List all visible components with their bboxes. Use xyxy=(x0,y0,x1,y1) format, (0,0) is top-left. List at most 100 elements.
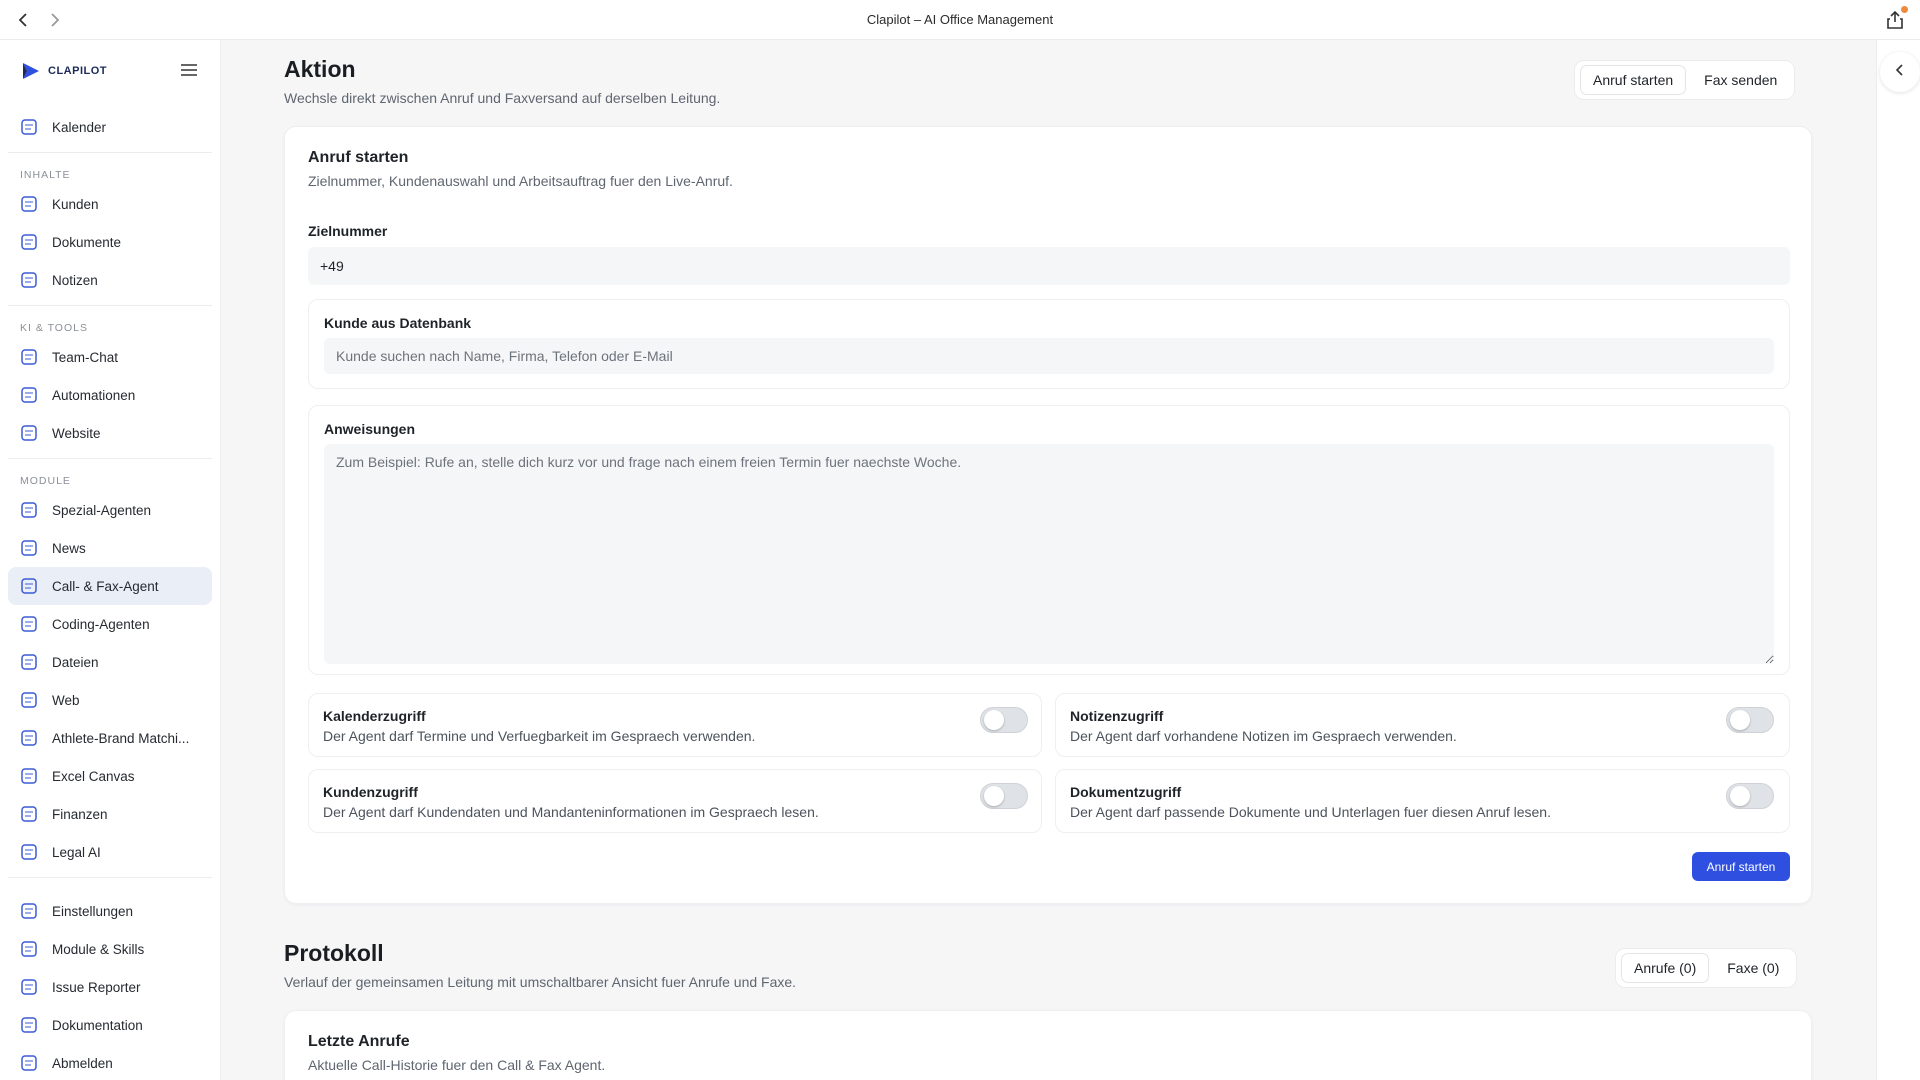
sidebar-item-label: Automationen xyxy=(52,387,136,403)
sidebar-divider xyxy=(8,152,212,153)
sidebar-item-team-chat[interactable]: Team-Chat xyxy=(8,338,212,376)
sidebar-item-notizen[interactable]: Notizen xyxy=(8,261,212,299)
match-icon xyxy=(20,729,38,747)
sidebar-item-spezial-agenten[interactable]: Spezial-Agenten xyxy=(8,491,212,529)
kalenderzugriff-switch[interactable] xyxy=(980,707,1028,733)
sidebar-nav: Kalender INHALTE Kunden Dokumente Notizen KI … xyxy=(8,94,212,1080)
instructions-textarea[interactable] xyxy=(324,444,1774,664)
sidebar-item-label: Finanzen xyxy=(52,806,108,822)
kundenzugriff-desc: Der Agent darf Kundendaten und Mandanten… xyxy=(323,804,819,820)
aktion-mode-toggle: Anruf starten Fax senden xyxy=(1574,60,1796,100)
sidebar-item-legal-ai[interactable]: Legal AI xyxy=(8,833,212,871)
sidebar-item-label: Dokumente xyxy=(52,234,122,250)
browser-icon xyxy=(20,691,38,709)
sidebar-item-label: Web xyxy=(52,692,80,708)
brand[interactable]: CLAPILOT xyxy=(20,60,107,82)
sidebar-item-label: Kalender xyxy=(52,119,107,135)
notification-dot xyxy=(1901,6,1908,13)
collapse-panel-button[interactable] xyxy=(1880,52,1920,92)
sidebar-item-label: Athlete-Brand Matchi... xyxy=(52,730,190,746)
kundenzugriff-switch[interactable] xyxy=(980,783,1028,809)
switch-knob xyxy=(984,786,1004,806)
sidebar-item-dokumentation[interactable]: Dokumentation xyxy=(8,1006,212,1044)
protokoll-title: Protokoll xyxy=(284,940,384,966)
sidebar-section-heading: INHALTE xyxy=(20,169,71,181)
sidebar-item-abmelden[interactable]: Abmelden xyxy=(8,1044,212,1080)
sidebar-item-website[interactable]: Website xyxy=(8,414,212,452)
code-icon xyxy=(20,615,38,633)
notizenzugriff-title: Notizenzugriff xyxy=(1070,708,1164,724)
call-form-subtitle: Zielnummer, Kundenauswahl und Arbeitsauf… xyxy=(308,173,733,189)
aktion-subtitle: Wechsle direkt zwischen Anruf und Faxver… xyxy=(284,90,721,106)
sidebar-divider xyxy=(8,305,212,306)
customer-search-input[interactable] xyxy=(324,338,1774,374)
toggle-card-notizenzugriff: Notizenzugriff Der Agent darf vorhandene… xyxy=(1055,693,1790,757)
dokumentzugriff-switch[interactable] xyxy=(1726,783,1774,809)
target-number-input[interactable] xyxy=(308,247,1790,285)
news-icon xyxy=(20,539,38,557)
chevron-left-icon xyxy=(1895,63,1905,81)
toggle-card-dokumentzugriff: Dokumentzugriff Der Agent darf passende … xyxy=(1055,769,1790,833)
sidebar-item-dokumente[interactable]: Dokumente xyxy=(8,223,212,261)
sidebar-item-news[interactable]: News xyxy=(8,529,212,567)
call-form-card: Anruf starten Zielnummer, Kundenauswahl … xyxy=(284,126,1812,904)
menu-icon[interactable] xyxy=(180,62,198,78)
window-title: Clapilot – AI Office Management xyxy=(866,12,1054,27)
customer-select-panel: Kunde aus Datenbank xyxy=(308,299,1790,389)
sidebar-item-label: Module & Skills xyxy=(52,941,145,957)
sidebar-item-label: Kunden xyxy=(52,196,99,212)
aktion-title: Aktion xyxy=(284,56,356,82)
modules-icon xyxy=(20,940,38,958)
instructions-panel: Anweisungen xyxy=(308,405,1790,675)
sidebar-item-module-skills[interactable]: Module & Skills xyxy=(8,930,212,968)
sidebar-item-einstellungen[interactable]: Einstellungen xyxy=(8,892,212,930)
sidebar-item-web[interactable]: Web xyxy=(8,681,212,719)
kalenderzugriff-desc: Der Agent darf Termine und Verfuegbarkei… xyxy=(323,728,756,744)
sidebar: CLAPILOT Kalender INHALTE Kunden Dokumente N… xyxy=(0,40,221,1080)
sidebar-item-label: Dateien xyxy=(52,654,99,670)
sidebar-item-label: Spezial-Agenten xyxy=(52,502,152,518)
sidebar-item-athlete-brand-matchi[interactable]: Athlete-Brand Matchi... xyxy=(8,719,212,757)
legal-icon xyxy=(20,843,38,861)
sidebar-item-label: Dokumentation xyxy=(52,1017,143,1033)
start-call-button[interactable]: Anruf starten xyxy=(1692,852,1790,881)
automation-icon xyxy=(20,386,38,404)
title-bar: Clapilot – AI Office Management xyxy=(0,0,1920,40)
notizenzugriff-switch[interactable] xyxy=(1726,707,1774,733)
protokoll-subtitle: Verlauf der gemeinsamen Leitung mit umsc… xyxy=(284,974,797,990)
sidebar-item-automationen[interactable]: Automationen xyxy=(8,376,212,414)
sidebar-item-excel-canvas[interactable]: Excel Canvas xyxy=(8,757,212,795)
right-panel-rail xyxy=(1876,40,1920,1080)
calendar-icon xyxy=(20,118,38,136)
sidebar-item-dateien[interactable]: Dateien xyxy=(8,643,212,681)
tab-faxe[interactable]: Faxe (0) xyxy=(1715,954,1791,982)
notizenzugriff-desc: Der Agent darf vorhandene Notizen im Ges… xyxy=(1070,728,1457,744)
sidebar-divider xyxy=(8,877,212,878)
sidebar-item-label: Team-Chat xyxy=(52,349,119,365)
sidebar-section-heading: MODULE xyxy=(20,475,71,487)
instructions-label: Anweisungen xyxy=(324,421,416,437)
sidebar-item-issue-reporter[interactable]: Issue Reporter xyxy=(8,968,212,1006)
tab-anruf-starten[interactable]: Anruf starten xyxy=(1580,65,1687,95)
sidebar-item-label: Issue Reporter xyxy=(52,979,141,995)
recent-calls-title: Letzte Anrufe xyxy=(308,1033,410,1050)
shield-icon xyxy=(20,501,38,519)
documents-icon xyxy=(20,233,38,251)
book-icon xyxy=(20,1016,38,1034)
sidebar-section-heading: KI & TOOLS xyxy=(20,322,88,334)
folder-icon xyxy=(20,653,38,671)
sidebar-item-kunden[interactable]: Kunden xyxy=(8,185,212,223)
sidebar-item-kalender[interactable]: Kalender xyxy=(8,108,212,146)
logout-icon xyxy=(20,1054,38,1072)
sidebar-item-finanzen[interactable]: Finanzen xyxy=(8,795,212,833)
switch-knob xyxy=(984,710,1004,730)
sidebar-item-call-fax-agent[interactable]: Call- & Fax-Agent xyxy=(8,567,212,605)
sidebar-item-label: Excel Canvas xyxy=(52,768,135,784)
sidebar-item-coding-agenten[interactable]: Coding-Agenten xyxy=(8,605,212,643)
customer-label: Kunde aus Datenbank xyxy=(324,315,472,331)
tab-anrufe[interactable]: Anrufe (0) xyxy=(1621,953,1710,983)
toggle-card-kalenderzugriff: Kalenderzugriff Der Agent darf Termine u… xyxy=(308,693,1042,757)
phone-icon xyxy=(20,577,38,595)
tab-fax-senden[interactable]: Fax senden xyxy=(1692,66,1789,94)
sidebar-item-label: News xyxy=(52,540,86,556)
